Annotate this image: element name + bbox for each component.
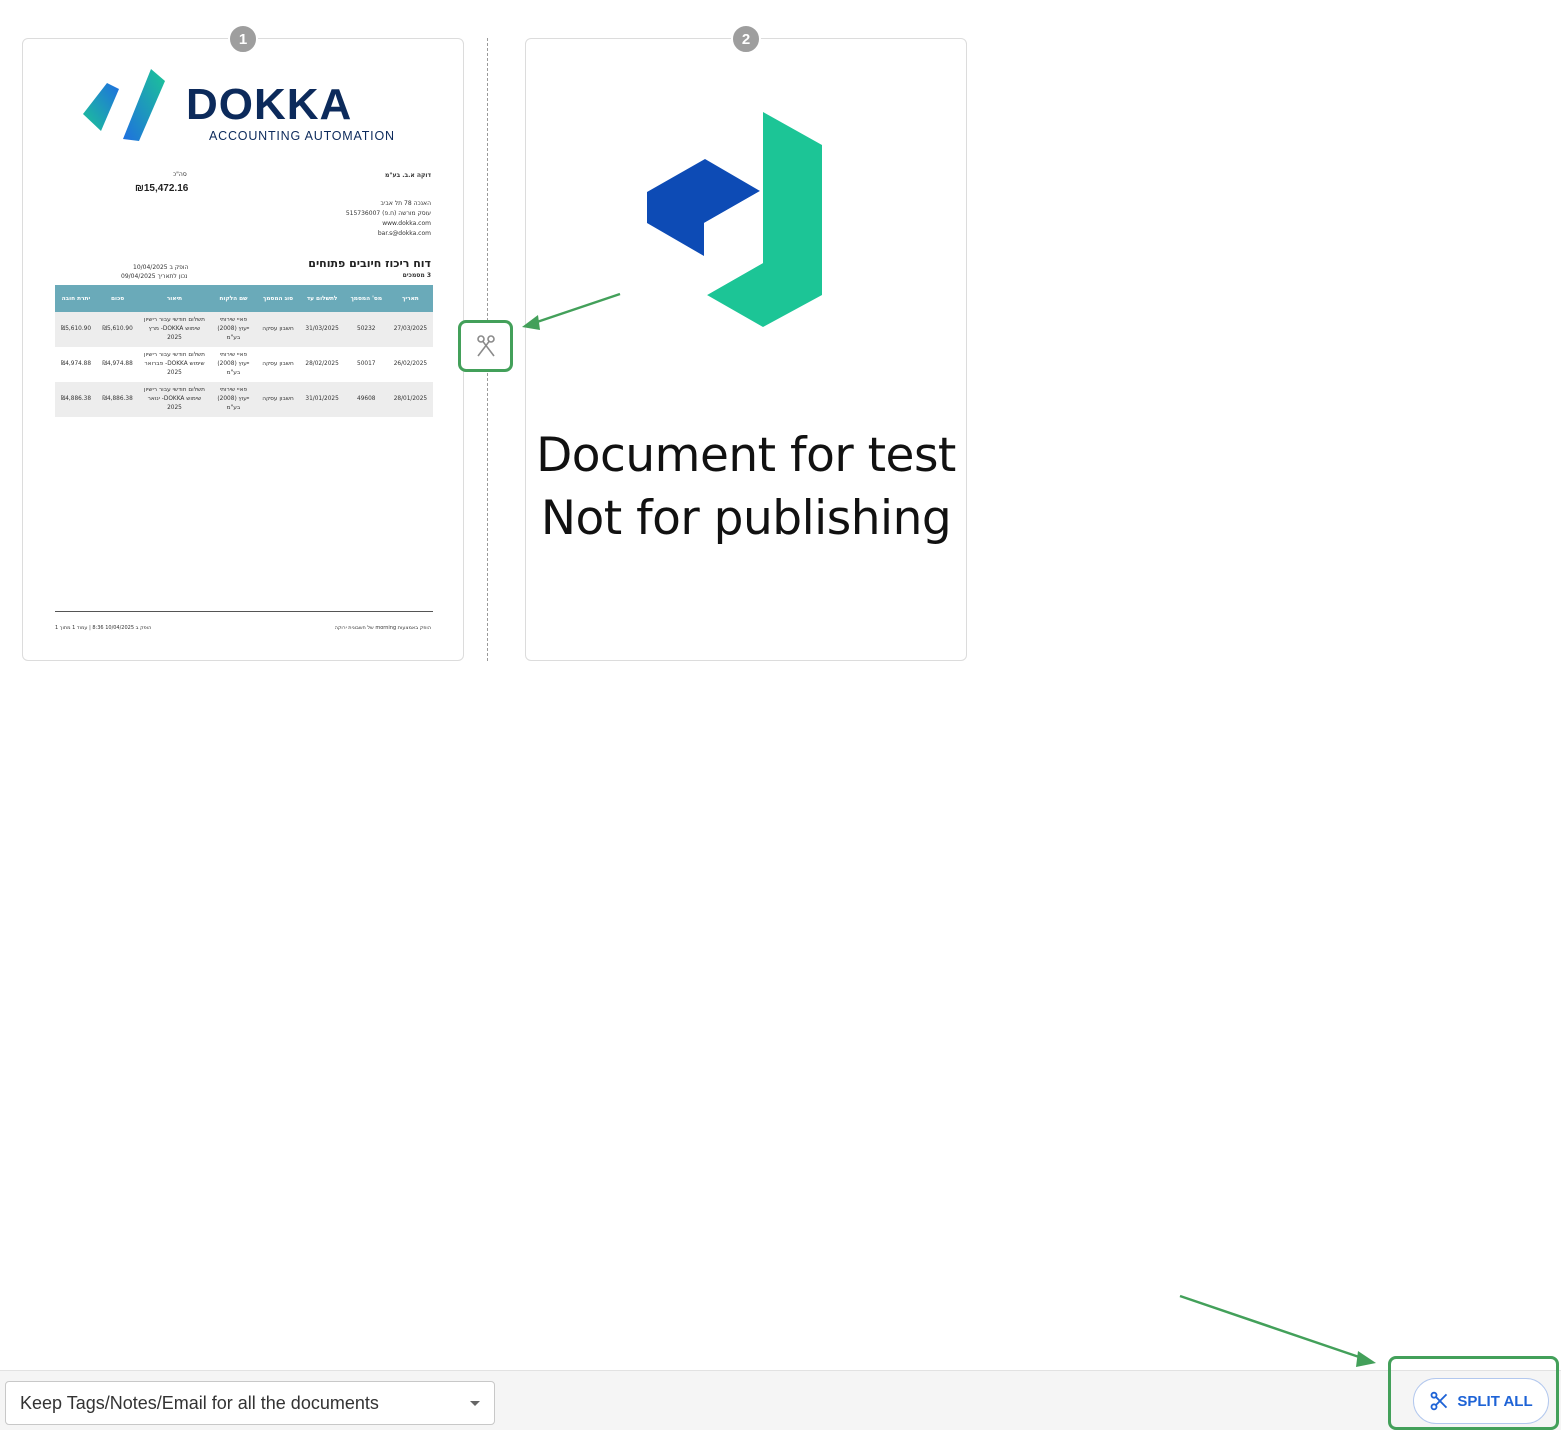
dokka-wordmark: DOKKA [186,80,353,129]
table-cell: תשלום חודשי עבור רישיון שימוש DOKKA- ינו… [138,382,211,417]
total-amount: ₪15,472.16 [135,183,189,194]
report-count: 3 מסמכים [402,272,431,279]
table-row: 27/03/2025 50232 31/03/2025 חשבון עסקה פ… [55,312,433,347]
table-header: יתרת חובה [55,285,97,312]
page-number-badge-1: 1 [228,24,258,54]
split-all-button[interactable]: SPLIT ALL [1413,1378,1549,1424]
footer-divider [55,611,433,612]
table-cell: ₪4,974.88 [102,361,133,367]
table-header: לתשלום עד [299,285,345,312]
issued-date: הופק ב 10/04/2025 [133,264,189,271]
report-title: דוח ריכוז חיובים פתוחים [308,257,431,270]
table-row: 28/01/2025 49608 31/01/2025 חשבון עסקה פ… [55,382,433,417]
table-cell: 26/02/2025 [393,361,428,367]
address-line: bar.s@dokka.com [377,230,431,237]
table-header: סוג המסמך [256,285,300,312]
table-header: תאריך [387,285,433,312]
document-text-line-2: Not for publishing [540,491,952,546]
table-cell: חשבון עסקה [256,382,300,417]
table-cell: 49608 [344,382,388,417]
address-line: עוסק מורשה (ח.פ) 515736007 [345,210,431,217]
page-number-badge-2: 2 [731,24,761,54]
scissors-icon [1430,1391,1448,1411]
split-all-label: SPLIT ALL [1457,1392,1533,1410]
page-thumbnail-2[interactable]: Document for test Not for publishing [525,38,967,661]
table-cell: חשבון עסקה [262,361,294,367]
company-name: דוקה א.ב. בע"מ [384,172,431,179]
table-cell: פאיי שירותי ייעוץ (2008) בע"מ [217,352,250,376]
table-cell: 50017 [357,361,376,367]
table-cell: ₪4,974.88 [60,361,92,367]
dropdown-caret-icon [470,1401,480,1406]
table-cell: פאיי שירותי ייעוץ (2008) בע"מ [210,312,257,347]
document-text-line-1: Document for test [536,428,956,483]
dokka-tagline: ACCOUNTING AUTOMATION [209,129,395,143]
keep-metadata-select-value: Keep Tags/Notes/Email for all the docume… [20,1392,379,1413]
table-cell: 27/03/2025 [387,312,433,347]
footer-page-info: הופק ב 10/04/2025 8:36 | עמוד 1 מתוך 1 [55,625,152,631]
split-here-button[interactable] [458,320,513,372]
table-cell: תשלום חודשי עבור רישיון שימוש DOKKA- מרץ… [138,312,211,347]
table-cell: ₪5,610.90 [96,312,139,347]
table-row: 26/02/2025 50017 28/02/2025 חשבון עסקה פ… [55,347,433,382]
dokka-logo-icon [83,69,165,141]
table-header: סכום [96,285,139,312]
table-cell: ₪5,610.90 [55,312,97,347]
table-cell: 28/02/2025 [305,361,339,367]
table-cell: פאיי שירותי ייעוץ (2008) בע"מ [210,382,257,417]
table-header: תיאור [138,285,211,312]
table-cell: ₪4,886.38 [96,382,139,417]
table-cell: תשלום חודשי עבור רישיון שימוש DOKKA- פבר… [143,352,205,376]
table-cell: ₪4,886.38 [55,382,97,417]
total-label: סה"כ [173,171,187,178]
table-header: שם הלקוח [210,285,257,312]
invoice-report-document: DOKKA ACCOUNTING AUTOMATION דוקה א.ב. בע… [23,39,463,660]
table-header: מס' המסמך [344,285,388,312]
table-cell: 50232 [344,312,388,347]
table-cell: 31/01/2025 [299,382,345,417]
address-line: האנכה 78 תל אביב [380,200,431,207]
company-address: האנכה 78 תל אביב עוסק מורשה (ח.פ) 515736… [346,199,431,239]
table-cell: 31/03/2025 [299,312,345,347]
document-watermark-text: Document for test Not for publishing [526,424,966,550]
bottom-action-bar: Keep Tags/Notes/Email for all the docume… [0,1370,1561,1430]
table-cell: 28/01/2025 [387,382,433,417]
scissors-icon [476,335,495,357]
table-cell: חשבון עסקה [256,312,300,347]
valid-date: נכון לתאריך 09/04/2025 [121,273,188,280]
split-document-workspace: 1 DOKKA ACCOUNTING AUTOMATION דוקה א.ב. … [0,0,1561,1430]
charges-table: תאריך מס' המסמך לתשלום עד סוג המסמך שם ה… [55,285,433,417]
footer-generated-by: הופק באמצעות morning של חשבונית ירוקה [334,625,431,631]
keep-metadata-select[interactable]: Keep Tags/Notes/Email for all the docume… [5,1381,495,1425]
dokka-mark-icon [647,112,822,327]
address-line: www.dokka.com [382,220,431,227]
page-thumbnail-1[interactable]: DOKKA ACCOUNTING AUTOMATION דוקה א.ב. בע… [22,38,464,661]
